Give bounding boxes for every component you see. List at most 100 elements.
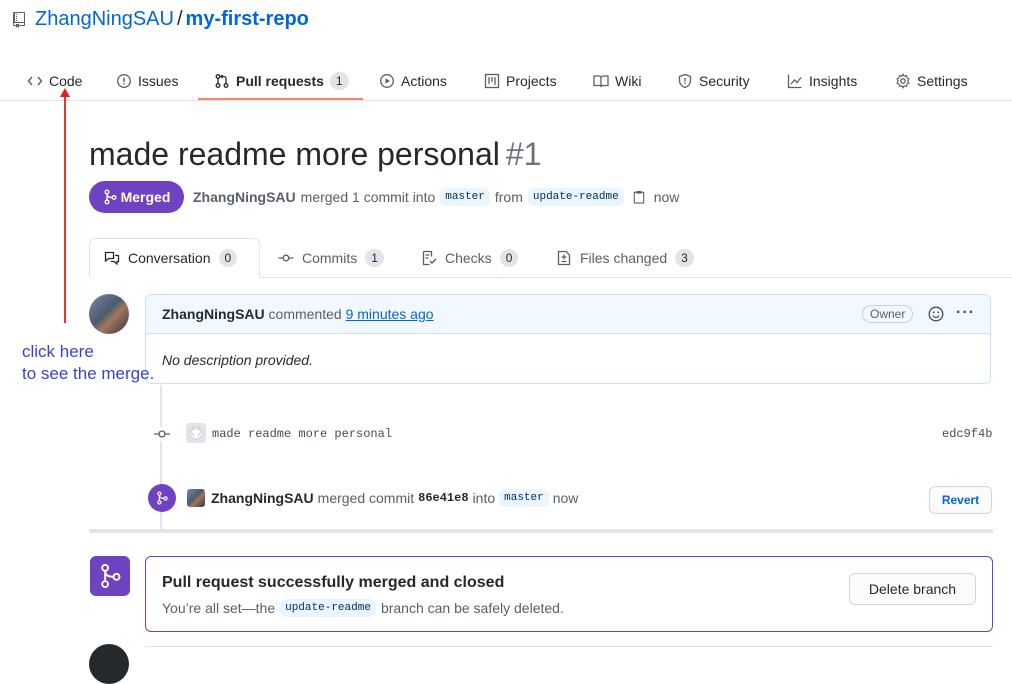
merge-time: now: [552, 490, 579, 506]
breadcrumb-separator: /: [176, 8, 183, 30]
selected-tab-underline: [198, 98, 363, 100]
comment-box: ZhangNingSAU commented 9 minutes ago Own…: [145, 294, 991, 384]
smiley-icon[interactable]: [928, 306, 944, 322]
tab-conversation[interactable]: Conversation 0: [89, 238, 260, 278]
merge-icon: [157, 491, 168, 505]
nav-tab-label: Insights: [809, 73, 858, 89]
annotation-line-2: to see the merge.: [22, 364, 155, 383]
timeline-divider: [89, 529, 993, 533]
merged-branch-label: update-readme: [280, 599, 376, 617]
nav-tab-projects[interactable]: Projects: [484, 66, 557, 96]
base-branch-label[interactable]: master: [440, 188, 490, 206]
commit-sha-link[interactable]: edc9f4b: [942, 427, 992, 441]
merged-state-label: Merged: [120, 189, 171, 205]
merge-icon: [104, 189, 117, 205]
repo-icon: [13, 12, 25, 28]
nav-tab-label: Actions: [401, 73, 447, 89]
repo-name-link[interactable]: my-first-repo: [186, 8, 309, 30]
commit-message-link[interactable]: made readme more personal: [212, 427, 392, 441]
annotation-line-1: click here: [22, 342, 94, 361]
owner-label: Owner: [862, 305, 914, 323]
comment-timestamp-link[interactable]: 9 minutes ago: [346, 306, 434, 322]
nav-tab-actions[interactable]: Actions: [379, 66, 447, 96]
play-icon: [380, 74, 394, 88]
tab-label: Files changed: [580, 250, 668, 266]
checklist-icon: [422, 250, 437, 266]
pr-title-text: made readme more personal: [89, 136, 500, 172]
merge-status-title: Pull request successfully merged and clo…: [162, 574, 505, 591]
clipboard-icon[interactable]: [633, 190, 645, 204]
pr-merge-time: now: [653, 189, 680, 205]
nav-tab-label: Projects: [506, 73, 557, 89]
book-icon: [593, 75, 609, 88]
nav-tab-label: Settings: [917, 73, 968, 89]
tab-checks[interactable]: Checks 0: [421, 238, 519, 278]
comment-author-link[interactable]: ZhangNingSAU: [162, 306, 265, 322]
repo-breadcrumb: ZhangNingSAU / my-first-repo: [35, 8, 309, 31]
code-icon: [27, 76, 43, 86]
pr-from-text: from: [494, 189, 523, 205]
tab-commits[interactable]: Commits 1: [278, 238, 384, 278]
pr-meta: ZhangNingSAU merged 1 commit into master…: [193, 188, 679, 206]
nav-tab-label: Security: [699, 73, 750, 89]
pr-merged-text: merged 1 commit into: [300, 189, 436, 205]
nav-tab-security[interactable]: Security: [677, 66, 750, 96]
file-diff-icon: [557, 250, 571, 266]
merge-into-text: into: [472, 490, 496, 506]
merge-commit-sha-link[interactable]: 86e41e8: [418, 491, 468, 505]
nav-tab-insights[interactable]: Insights: [787, 66, 857, 96]
tab-counter: 1: [365, 249, 384, 267]
annotation-arrow-icon: [60, 88, 70, 323]
merged-state-badge: Merged: [89, 181, 184, 213]
pr-number: #1: [505, 136, 542, 172]
annotation-text: click here to see the merge.: [22, 341, 154, 385]
repo-owner-link[interactable]: ZhangNingSAU: [35, 8, 174, 30]
nav-tab-wiki[interactable]: Wiki: [593, 66, 641, 96]
tab-counter: 3: [675, 249, 694, 267]
merge-status-box: Pull request successfully merged and clo…: [145, 556, 993, 632]
commenter-avatar[interactable]: [89, 294, 129, 334]
nav-tab-settings[interactable]: Settings: [895, 66, 968, 96]
merge-action: merged commit: [317, 490, 415, 506]
gear-icon: [896, 73, 910, 89]
tab-counter: 0: [218, 249, 238, 267]
head-branch-label[interactable]: update-readme: [527, 188, 624, 206]
merge-event-badge: [148, 484, 176, 512]
merge-status-prefix: You’re all set—the: [162, 600, 276, 616]
merge-branch-label[interactable]: master: [499, 489, 549, 507]
nav-tab-label: Pull requests: [236, 73, 324, 89]
shield-icon: [678, 73, 692, 89]
pr-author-link[interactable]: ZhangNingSAU: [193, 189, 296, 205]
tab-files-changed[interactable]: Files changed 3: [556, 238, 694, 278]
merge-author-link[interactable]: ZhangNingSAU: [211, 490, 314, 506]
issue-icon: [117, 74, 131, 88]
nav-tab-issues[interactable]: Issues: [116, 66, 178, 96]
kebab-horizontal-icon[interactable]: ···: [956, 304, 975, 322]
merge-status-suffix: branch can be safely deleted.: [380, 600, 564, 616]
commit-author-avatar[interactable]: [186, 423, 206, 443]
merge-author-avatar[interactable]: [187, 489, 205, 507]
comment-author-line: ZhangNingSAU commented 9 minutes ago: [162, 306, 434, 322]
pr-title: made readme more personal #1: [89, 136, 541, 173]
delete-branch-button[interactable]: Delete branch: [849, 573, 976, 605]
comment-header: ZhangNingSAU commented 9 minutes ago Own…: [146, 295, 990, 334]
tab-label: Conversation: [128, 250, 211, 266]
git-commit-icon: [154, 427, 170, 441]
tab-counter: 0: [499, 249, 519, 267]
merge-icon: [101, 563, 121, 589]
pull-request-icon: [215, 74, 229, 88]
comment-action: commented: [268, 306, 342, 322]
github-mark-icon: [189, 426, 203, 440]
merge-event-text: ZhangNingSAU merged commit 86e41e8 into …: [211, 489, 578, 507]
nav-tab-pull-requests[interactable]: Pull requests 1: [214, 66, 349, 96]
nav-tab-label: Issues: [138, 73, 179, 89]
tab-label: Checks: [445, 250, 492, 266]
nav-tab-label: Wiki: [615, 73, 642, 89]
merge-status-subtitle: You’re all set—the update-readme branch …: [162, 599, 564, 617]
revert-button[interactable]: Revert: [929, 486, 992, 514]
git-commit-icon: [278, 254, 294, 262]
project-icon: [484, 73, 500, 89]
tab-label: Commits: [302, 250, 358, 266]
comment-discussion-icon: [104, 251, 120, 266]
pull-requests-counter: 1: [329, 72, 349, 90]
